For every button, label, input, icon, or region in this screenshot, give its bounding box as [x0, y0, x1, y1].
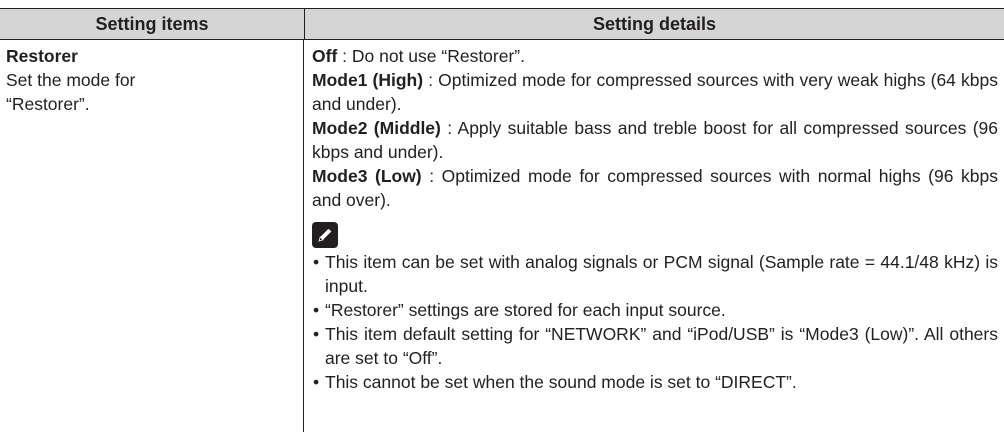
option-text: : Do not use “Restorer”.: [337, 46, 525, 66]
setting-item-cell: Restorer Set the mode for “Restorer”.: [0, 40, 304, 432]
settings-table: Setting items Setting details Restorer S…: [0, 8, 1004, 432]
option-mode1: Mode1 (High) : Optimized mode for compre…: [312, 68, 998, 116]
option-off: Off : Do not use “Restorer”.: [312, 44, 998, 68]
header-setting-items: Setting items: [0, 9, 305, 39]
notes-list: This item can be set with analog signals…: [312, 250, 998, 394]
table-header: Setting items Setting details: [0, 8, 1004, 40]
list-item: “Restorer” settings are stored for each …: [312, 298, 998, 322]
option-mode3: Mode3 (Low) : Optimized mode for compres…: [312, 164, 998, 212]
pencil-icon: [312, 222, 338, 248]
option-mode2: Mode2 (Middle) : Apply suitable bass and…: [312, 116, 998, 164]
table-row: Restorer Set the mode for “Restorer”. Of…: [0, 40, 1004, 432]
setting-item-description: Set the mode for “Restorer”.: [6, 70, 136, 114]
option-name: Mode1 (High): [312, 70, 424, 90]
header-setting-details: Setting details: [592, 13, 717, 34]
list-item: This item can be set with analog signals…: [312, 250, 998, 298]
option-name: Mode3 (Low): [312, 166, 422, 186]
setting-details-cell: Off : Do not use “Restorer”. Mode1 (High…: [304, 40, 1004, 432]
list-item: This item default setting for “NETWORK” …: [312, 322, 998, 370]
setting-item-name: Restorer: [6, 46, 78, 66]
list-item: This cannot be set when the sound mode i…: [312, 370, 998, 394]
option-name: Off: [312, 46, 338, 66]
option-name: Mode2 (Middle): [312, 118, 441, 138]
